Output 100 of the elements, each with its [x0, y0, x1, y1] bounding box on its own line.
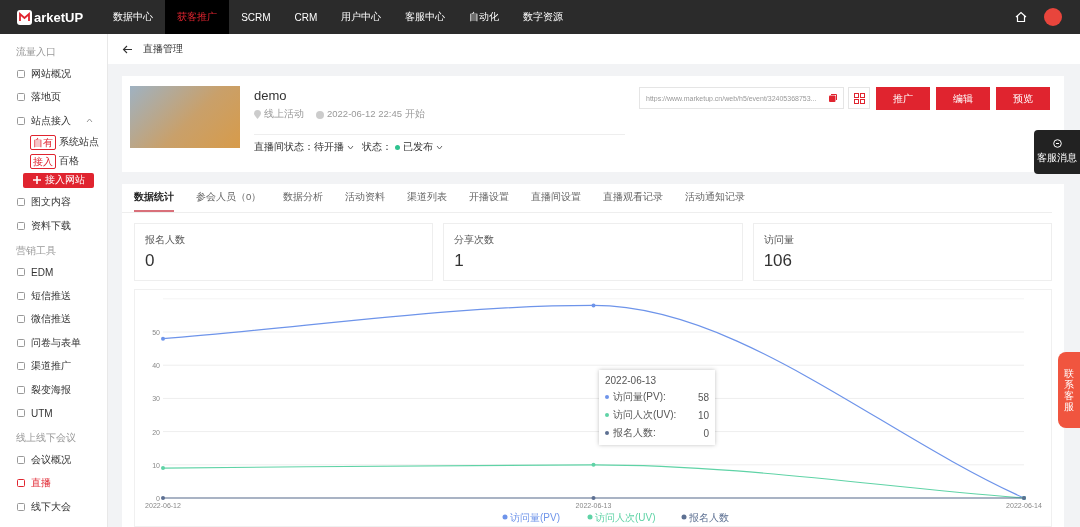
add-site-button[interactable]: 接入网站 [23, 172, 94, 188]
menu-item-icon [17, 69, 25, 78]
sidebar-item[interactable]: 线下大会 [0, 495, 107, 519]
stat-label: 分享次数 [454, 234, 496, 247]
status-dropdown[interactable]: 已发布 [403, 141, 433, 154]
logo-text: arketUP [34, 9, 84, 25]
sidebar-item[interactable]: 裂变海报 [0, 378, 107, 402]
legend-dot-icon [681, 514, 687, 520]
tooltip-label: 访问人次(UV): [613, 408, 677, 422]
location-pin-icon [254, 110, 261, 119]
nav-tab[interactable]: 用户中心 [329, 0, 394, 34]
tooltip-label: 访问量(PV): [613, 390, 666, 404]
tooltip-value: 10 [697, 409, 709, 421]
logo-icon [17, 9, 32, 25]
legend-dot-icon [587, 514, 593, 520]
tab[interactable]: 直播观看记录 [603, 184, 664, 212]
tooltip-label: 报名人数: [613, 426, 656, 440]
sidebar-item[interactable]: 直播 [0, 471, 107, 495]
event-location: 线上活动 [264, 108, 304, 121]
event-start-time: 2022-06-12 22:45 开始 [327, 108, 425, 121]
sidebar-item[interactable]: 图文内容 [0, 190, 107, 214]
menu-item-icon [17, 315, 25, 324]
sidebar-subitem[interactable]: 系统站点 [59, 135, 99, 149]
stat-value: 0 [145, 251, 156, 271]
nav-tab[interactable]: 客服中心 [393, 0, 458, 34]
menu-item-icon [17, 291, 25, 300]
legend-label[interactable]: 报名人数 [689, 512, 729, 523]
nav-tab[interactable]: 数据中心 [101, 0, 166, 34]
sidebar-item[interactable]: EDM [0, 260, 107, 284]
room-status-dropdown[interactable]: 直播间状态：待开播 [254, 141, 344, 154]
nav-tab[interactable]: CRM [282, 0, 330, 34]
menu-item-icon [17, 385, 25, 394]
status-dot [395, 145, 400, 150]
legend-dot-icon [502, 514, 508, 520]
clock-icon [316, 110, 324, 119]
stat-value: 1 [454, 251, 465, 271]
sidebar-item[interactable]: 短信推送 [0, 284, 107, 308]
section-title: 流量入口 [15, 45, 57, 59]
tab[interactable]: 参会人员（0） [196, 184, 262, 212]
legend-dot-icon [605, 395, 609, 399]
data-point[interactable] [591, 496, 596, 500]
section-title: 营销工具 [15, 243, 57, 258]
sidebar-item[interactable]: 问卷与表单 [0, 331, 107, 355]
tooltip-value: 0 [703, 427, 709, 439]
chevron-down-icon[interactable] [347, 145, 354, 150]
menu-item-icon [17, 338, 25, 347]
menu-item-icon [17, 362, 25, 371]
stat-value: 106 [763, 251, 794, 271]
legend-dot-icon [605, 413, 609, 417]
nav-tab[interactable]: 数字资源 [511, 0, 576, 34]
sidebar-item[interactable]: 微信推送 [0, 307, 107, 331]
sidebar-item[interactable]: 网站概况 [0, 62, 107, 86]
tab[interactable]: 数据分析 [283, 184, 324, 212]
sidebar-item[interactable]: 会议概况 [0, 448, 107, 472]
data-point[interactable] [161, 496, 165, 500]
nav-tab[interactable]: 获客推广 [165, 0, 230, 34]
section-title: 线上线下会议 [15, 431, 77, 445]
chevron-icon[interactable] [86, 118, 93, 124]
tooltip-value: 58 [697, 391, 709, 403]
data-point[interactable] [591, 303, 596, 308]
tab[interactable]: 直播间设置 [531, 184, 582, 212]
menu-item-icon [17, 268, 25, 277]
sidebar-item[interactable]: 资料下载 [0, 214, 107, 238]
menu-item-icon [17, 198, 25, 207]
stat-label: 报名人数 [145, 234, 186, 247]
sidebar-item[interactable]: 落地页 [0, 85, 107, 109]
back-arrow-icon[interactable] [122, 44, 133, 54]
legend-dot-icon [605, 431, 609, 435]
tab[interactable]: 开播设置 [469, 184, 510, 212]
stat-label: 访问量 [763, 234, 795, 247]
menu-item-icon [17, 221, 25, 230]
sidebar-item[interactable]: 渠道推广 [0, 354, 107, 378]
sidebar-item[interactable]: 站点接入 [0, 109, 107, 133]
sidebar-item[interactable]: UTM [0, 401, 107, 425]
action-button[interactable]: 预览 [996, 87, 1050, 110]
page-title: 直播管理 [143, 42, 183, 56]
copy-icon[interactable] [829, 94, 837, 102]
nav-tab[interactable]: 自动化 [457, 0, 512, 34]
avatar[interactable] [1044, 8, 1062, 26]
qr-code-button[interactable] [848, 87, 870, 109]
home-icon[interactable] [1015, 11, 1027, 23]
action-button[interactable]: 推广 [876, 87, 930, 110]
menu-item-icon [17, 116, 25, 125]
action-button[interactable]: 编辑 [936, 87, 990, 110]
tab[interactable]: 活动资料 [345, 184, 386, 212]
tag: 自有 [30, 134, 56, 150]
plus-icon [32, 176, 41, 184]
tab[interactable]: 活动通知记录 [685, 184, 746, 212]
menu-item-icon [17, 409, 25, 418]
customer-message-button[interactable]: 客服消息 [1034, 130, 1080, 174]
chevron-down-icon[interactable] [436, 145, 443, 150]
tab[interactable]: 数据统计 [134, 184, 174, 212]
tab[interactable]: 渠道列表 [407, 184, 448, 212]
data-point[interactable] [161, 336, 165, 341]
menu-item-icon [17, 479, 25, 488]
nav-tab[interactable]: SCRM [229, 0, 283, 34]
status-label: 状态： [362, 141, 392, 154]
chat-bubble-icon [1052, 139, 1062, 148]
menu-item-icon [17, 502, 25, 511]
sidebar-subitem[interactable]: 百格 [59, 154, 79, 168]
